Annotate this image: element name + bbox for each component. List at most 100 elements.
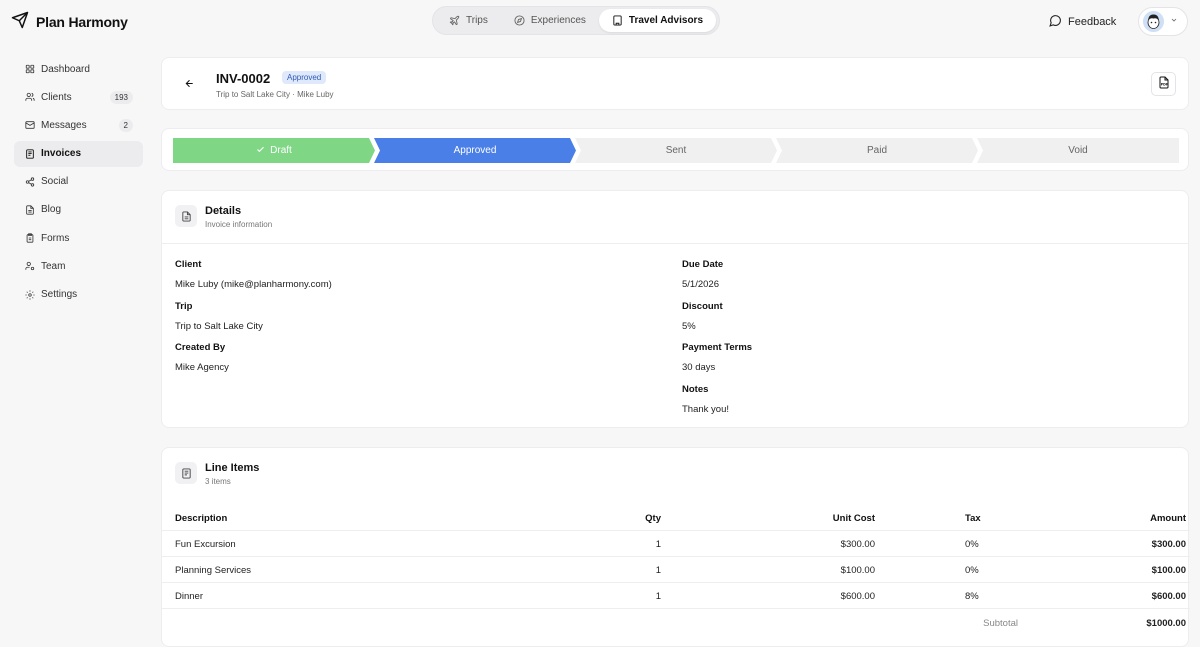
field-label: Discount xyxy=(682,301,723,312)
feedback-button[interactable]: Feedback xyxy=(1049,14,1116,30)
column-header-description: Description xyxy=(175,513,228,524)
topnav-trips[interactable]: Trips xyxy=(436,9,501,32)
step-draft[interactable]: Draft xyxy=(173,138,375,163)
cell-qty: 1 xyxy=(655,591,661,602)
app-logo[interactable]: Plan Harmony xyxy=(11,11,128,32)
field-label: Due Date xyxy=(682,259,724,270)
cell-amount: $100.00 xyxy=(1151,565,1186,576)
sidebar-item-messages[interactable]: Messages 2 xyxy=(14,112,143,138)
details-header: Details Invoice information xyxy=(175,205,272,229)
cell-amount: $600.00 xyxy=(1151,591,1186,602)
field-value: Mike Agency xyxy=(175,362,229,373)
sidebar-item-social[interactable]: Social xyxy=(14,169,143,195)
field-client: Client Mike Luby (mike@planharmony.com) xyxy=(175,259,332,290)
field-label: Client xyxy=(175,259,202,270)
building-icon xyxy=(612,15,623,26)
field-label: Trip xyxy=(175,301,193,312)
sidebar-item-clients[interactable]: Clients 193 xyxy=(14,84,143,110)
table-row: Planning Services 1 $100.00 0% $100.00 xyxy=(162,557,1190,583)
topnav-trips-label: Trips xyxy=(466,15,488,26)
sidebar-item-label: Invoices xyxy=(41,148,82,160)
subtotal-row: Subtotal $1000.00 xyxy=(162,618,1190,638)
divider xyxy=(162,243,1188,244)
gear-icon xyxy=(24,289,35,300)
chevron-down-icon xyxy=(1170,16,1178,27)
cell-unit-cost: $100.00 xyxy=(840,565,875,576)
page-title: INV-0002 xyxy=(216,71,271,86)
field-value: 5% xyxy=(682,321,696,332)
cell-tax: 8% xyxy=(965,591,979,602)
column-header-unit-cost: Unit Cost xyxy=(832,513,875,524)
field-trip: Trip Trip to Salt Lake City xyxy=(175,301,263,332)
download-pdf-button[interactable]: PDF xyxy=(1151,72,1176,96)
step-approved[interactable]: Approved xyxy=(374,138,576,163)
topnav-travel-advisors-label: Travel Advisors xyxy=(628,15,704,26)
count-badge: 2 xyxy=(118,118,133,132)
step-label: Sent xyxy=(665,145,687,156)
sidebar-item-invoices[interactable]: Invoices xyxy=(14,140,143,167)
user-cog-icon xyxy=(24,261,35,272)
field-discount: Discount 5% xyxy=(682,301,723,332)
field-value: Mike Luby (mike@planharmony.com) xyxy=(175,279,332,290)
topnav-travel-advisors[interactable]: Travel Advisors xyxy=(598,9,717,32)
sidebar-item-label: Messages xyxy=(41,119,87,131)
sidebar-item-settings[interactable]: Settings xyxy=(14,282,143,308)
step-void[interactable]: Void xyxy=(977,138,1179,163)
cell-qty: 1 xyxy=(655,539,661,550)
top-bar: Plan Harmony Trips Experiences Travel Ad… xyxy=(0,0,1200,42)
document-icon xyxy=(24,204,35,215)
field-created-by: Created By Mike Agency xyxy=(175,342,229,373)
field-label: Payment Terms xyxy=(682,342,753,353)
compass-icon xyxy=(514,15,525,26)
sidebar-item-forms[interactable]: Forms xyxy=(14,225,143,251)
plane-icon xyxy=(449,15,460,26)
sidebar-item-dashboard[interactable]: Dashboard xyxy=(14,56,143,82)
cell-unit-cost: $300.00 xyxy=(840,539,875,550)
sidebar-item-blog[interactable]: Blog xyxy=(14,197,143,223)
cell-unit-cost: $600.00 xyxy=(840,591,875,602)
status-stepper: Draft Approved Sent Paid Void xyxy=(161,128,1189,171)
topnav-experiences[interactable]: Experiences xyxy=(501,9,599,32)
grid-icon xyxy=(24,64,35,75)
sidebar-item-label: Dashboard xyxy=(41,63,90,75)
invoice-header: INV-0002 Approved Trip to Salt Lake City… xyxy=(161,57,1189,110)
step-paid[interactable]: Paid xyxy=(776,138,978,163)
section-subtitle: 3 items xyxy=(205,477,231,486)
sidebar-item-label: Forms xyxy=(41,232,70,244)
line-items-header: Line Items 3 items xyxy=(175,462,259,486)
share-icon xyxy=(24,176,35,187)
step-label: Approved xyxy=(453,145,497,156)
column-header-tax: Tax xyxy=(965,513,981,524)
step-label: Paid xyxy=(866,145,887,156)
section-title: Details xyxy=(205,205,242,217)
table-header-row: Description Qty Unit Cost Tax Amount xyxy=(162,505,1190,531)
stepper-track: Draft Approved Sent Paid Void xyxy=(173,138,1179,163)
avatar xyxy=(1143,11,1164,32)
check-icon xyxy=(256,145,265,157)
paper-plane-icon xyxy=(11,11,29,32)
sidebar-item-label: Settings xyxy=(41,289,78,300)
app-name: Plan Harmony xyxy=(36,13,128,30)
column-header-qty: Qty xyxy=(645,513,661,524)
back-arrow-icon[interactable] xyxy=(184,78,195,92)
column-header-amount: Amount xyxy=(1150,513,1186,524)
mail-icon xyxy=(24,120,35,131)
field-value: Thank you! xyxy=(682,404,729,415)
svg-text:PDF: PDF xyxy=(1160,82,1167,86)
field-notes: Notes Thank you! xyxy=(682,384,729,415)
line-items-section: Line Items 3 items Description Qty Unit … xyxy=(161,447,1190,647)
invoice-subtitle: Trip to Salt Lake City · Mike Luby xyxy=(216,90,334,99)
message-bubble-icon xyxy=(1049,14,1062,30)
step-label: Draft xyxy=(270,145,292,156)
step-sent[interactable]: Sent xyxy=(575,138,777,163)
sidebar-item-team[interactable]: Team xyxy=(14,253,143,279)
cell-qty: 1 xyxy=(655,565,661,576)
table-row: Fun Excursion 1 $300.00 0% $300.00 xyxy=(162,531,1190,557)
field-due-date: Due Date 5/1/2026 xyxy=(682,259,723,290)
line-items-table: Description Qty Unit Cost Tax Amount Fun… xyxy=(162,505,1190,609)
receipt-icon xyxy=(175,462,197,484)
field-label: Created By xyxy=(175,342,226,353)
account-menu-button[interactable] xyxy=(1138,7,1188,36)
field-label: Notes xyxy=(682,384,709,395)
sidebar: Dashboard Clients 193 Messages 2 Invoice… xyxy=(14,56,143,310)
